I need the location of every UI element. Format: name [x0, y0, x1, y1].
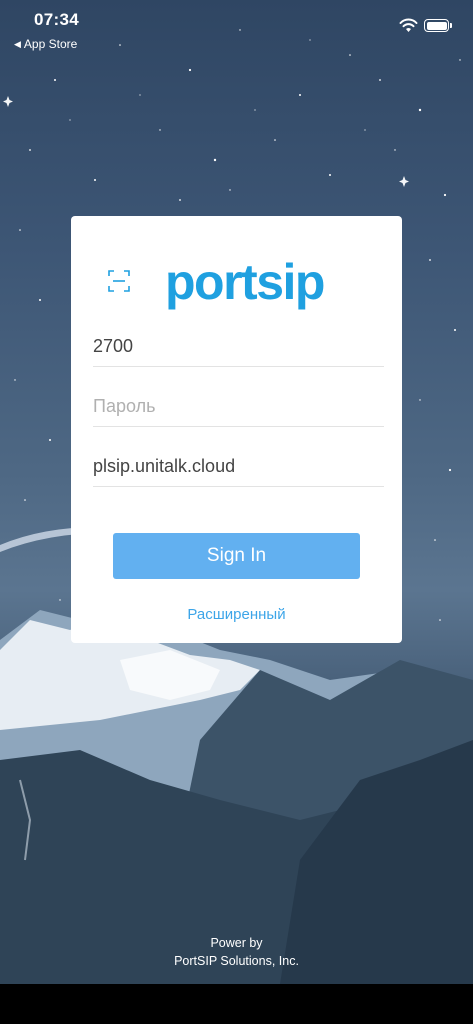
- wifi-icon: [399, 18, 418, 32]
- domain-field[interactable]: [93, 447, 384, 487]
- portsip-logo: portsip: [165, 254, 325, 310]
- password-field[interactable]: [93, 387, 384, 427]
- back-arrow-icon: ◀: [14, 38, 21, 49]
- bottom-bar: [0, 984, 473, 1024]
- qr-scan-icon[interactable]: [108, 270, 130, 292]
- sign-in-button[interactable]: Sign In: [113, 533, 360, 579]
- battery-tip: [450, 23, 452, 28]
- username-field[interactable]: [93, 327, 384, 367]
- battery-icon: [424, 19, 449, 32]
- footer-credits: Power by PortSIP Solutions, Inc.: [0, 934, 473, 970]
- login-card: portsip Sign In Расширенный: [71, 216, 402, 643]
- footer-line-1: Power by: [210, 936, 263, 950]
- back-app-label: App Store: [23, 37, 78, 51]
- status-time: 07:34: [34, 10, 79, 29]
- footer-line-2: PortSIP Solutions, Inc.: [174, 954, 299, 968]
- battery-level: [426, 21, 447, 30]
- back-to-app-store[interactable]: ◀ App Store: [14, 37, 77, 51]
- advanced-settings-link[interactable]: Расширенный: [71, 606, 402, 623]
